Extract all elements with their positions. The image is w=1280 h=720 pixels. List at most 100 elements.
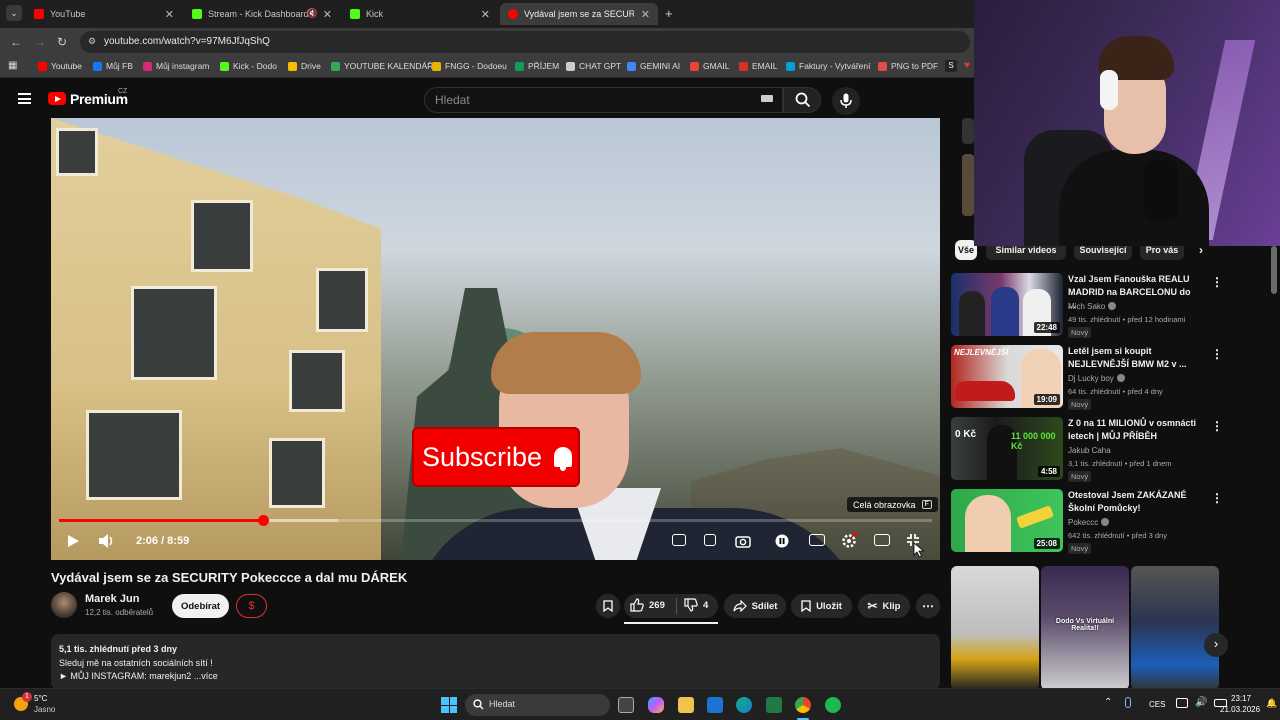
- tab-kick[interactable]: Kick ✕: [342, 3, 498, 25]
- tab-list-dropdown-icon[interactable]: ⌄: [6, 5, 22, 21]
- recommended-video[interactable]: NEJLEVNĚJŠÍ 19:09 Letěl jsem si koupit N…: [951, 345, 1223, 410]
- video-player[interactable]: Subscribe Celá obrazovka F 2:06 / 8:59: [51, 118, 940, 560]
- new-tab-icon[interactable]: +: [665, 6, 673, 21]
- subtitles-icon[interactable]: [809, 534, 825, 546]
- more-vertical-icon[interactable]: ⋮: [1211, 491, 1223, 505]
- tab-kick-dashboard[interactable]: Stream - Kick Dashboard 🔇 ✕: [184, 3, 340, 25]
- save-button[interactable]: Uložit: [791, 594, 852, 618]
- close-tab-icon[interactable]: ✕: [165, 8, 174, 21]
- more-actions-button[interactable]: ⋯: [916, 594, 940, 618]
- bookmark-item[interactable]: Kick - Dodo: [220, 61, 277, 71]
- clip-button[interactable]: ✂ Klip: [858, 594, 910, 618]
- page-scrollbar[interactable]: [1271, 246, 1277, 294]
- bookmark-item[interactable]: Můj instagram: [143, 61, 209, 71]
- bookmark-heart-icon[interactable]: ♥: [964, 60, 970, 71]
- url-field[interactable]: ⚙ youtube.com/watch?v=97M6JfJqShQ: [80, 31, 970, 53]
- site-info-icon[interactable]: ⚙: [88, 36, 96, 47]
- language-indicator[interactable]: CES: [1149, 700, 1165, 709]
- mute-tab-icon[interactable]: 🔇: [307, 8, 318, 19]
- bookmark-item[interactable]: PNG to PDF: [878, 61, 938, 71]
- hamburger-menu-icon[interactable]: [18, 93, 31, 104]
- recommended-video[interactable]: 0 Kč 11 000 000 Kč 4:58 Z 0 na 11 MILION…: [951, 417, 1223, 482]
- more-vertical-icon[interactable]: ⋮: [1211, 419, 1223, 433]
- recommended-channel[interactable]: Dj Lucky boy: [1068, 374, 1125, 383]
- short-thumbnail[interactable]: Dodo Vs Virtuální Realita!!: [1041, 566, 1129, 690]
- bookmark-s-icon[interactable]: S: [945, 60, 957, 72]
- more-vertical-icon[interactable]: ⋮: [1211, 347, 1223, 361]
- bookmark-item[interactable]: CHAT GPT: [566, 61, 621, 71]
- tray-overflow-chevron-icon[interactable]: ⌃: [1104, 697, 1112, 708]
- bookmark-item[interactable]: GMAIL: [690, 61, 729, 71]
- back-icon[interactable]: ←: [10, 35, 22, 49]
- clock-time[interactable]: 23:17: [1231, 694, 1251, 703]
- play-icon[interactable]: [66, 534, 80, 548]
- recommended-channel[interactable]: Jakub Caha: [1068, 446, 1111, 455]
- settings-gear-icon[interactable]: [841, 533, 857, 549]
- outlook-icon[interactable]: [707, 697, 723, 713]
- bookmark-item[interactable]: FNGG - Dodoeu: [432, 61, 507, 71]
- more-vertical-icon[interactable]: ⋮: [1211, 275, 1223, 289]
- short-thumbnail[interactable]: [951, 566, 1039, 690]
- network-icon[interactable]: [1176, 698, 1188, 708]
- weather-widget[interactable]: 1 5°C Jasno: [12, 692, 72, 716]
- theater-mode-icon[interactable]: [874, 534, 890, 546]
- bookmark-item[interactable]: Můj FB: [93, 61, 133, 71]
- recommended-channel[interactable]: Mich Sako: [1068, 302, 1117, 311]
- start-windows-icon[interactable]: [441, 697, 457, 713]
- bookmark-item[interactable]: Drive: [288, 61, 321, 71]
- sidebar-top-thumb-partial[interactable]: [962, 154, 974, 216]
- recommended-video[interactable]: 22:48 Vzal Jsem Fanouška REALU MADRID na…: [951, 273, 1223, 338]
- recommended-title[interactable]: Letěl jsem si koupit NEJLEVNĚJŠÍ BMW M2 …: [1068, 345, 1198, 371]
- task-view-icon[interactable]: [618, 697, 634, 713]
- file-explorer-icon[interactable]: [678, 697, 694, 713]
- recommended-title[interactable]: Otestoval Jsem ZAKÁZANÉ Školní Pomůcky!: [1068, 489, 1198, 515]
- share-button[interactable]: Sdílet: [724, 594, 786, 618]
- description-box[interactable]: 5,1 tis. zhlédnutí před 3 dny Sleduj mě …: [51, 634, 940, 690]
- clock-date[interactable]: 21.03.2026: [1220, 705, 1260, 714]
- sidebar-top-thumb-partial[interactable]: [962, 118, 974, 144]
- chrome-icon[interactable]: [795, 697, 811, 713]
- bookmark-item[interactable]: Faktury - Vytváření: [786, 61, 870, 71]
- join-membership-button[interactable]: $: [236, 594, 267, 618]
- like-button[interactable]: 269: [630, 598, 665, 612]
- search-button[interactable]: [783, 87, 821, 113]
- bookmark-item[interactable]: YOUTUBE KALENDÁŘ: [331, 61, 433, 71]
- screenshot-camera-icon[interactable]: [735, 534, 751, 548]
- bookmark-item[interactable]: GEMINI AI: [627, 61, 680, 71]
- bookmark-item[interactable]: EMAIL: [739, 61, 778, 71]
- video-thumbnail[interactable]: 25:08: [951, 489, 1063, 552]
- apps-grid-icon[interactable]: ▦: [8, 60, 17, 71]
- youtube-logo-icon[interactable]: [48, 92, 66, 105]
- voice-search-button[interactable]: [832, 87, 860, 115]
- add-to-playlist-button[interactable]: [596, 594, 620, 618]
- close-tab-icon[interactable]: ✕: [481, 8, 490, 21]
- taskbar-search-box[interactable]: Hledat: [465, 694, 610, 716]
- video-thumbnail[interactable]: NEJLEVNĚJŠÍ 19:09: [951, 345, 1063, 408]
- autoplay-toggle-icon[interactable]: [775, 534, 789, 548]
- search-input[interactable]: Hledat: [424, 87, 783, 113]
- video-thumbnail[interactable]: 22:48: [951, 273, 1063, 336]
- progress-scrubber-handle[interactable]: [257, 515, 269, 526]
- copilot-icon[interactable]: [648, 697, 664, 713]
- notifications-bell-icon[interactable]: 🔔: [1266, 698, 1277, 709]
- shorts-next-button[interactable]: ›: [1204, 633, 1228, 657]
- close-tab-icon[interactable]: ✕: [323, 8, 332, 21]
- subscribe-button[interactable]: Odebírat: [172, 594, 229, 618]
- dislike-button[interactable]: 4: [684, 598, 708, 612]
- tab-current-video[interactable]: Vydával jsem se za SECURITY P ✕: [500, 3, 658, 25]
- forward-icon[interactable]: →: [34, 35, 46, 49]
- close-tab-icon[interactable]: ✕: [641, 8, 650, 21]
- chapters-list-icon[interactable]: [704, 534, 716, 546]
- bookmark-item[interactable]: Youtube: [38, 61, 82, 71]
- volume-icon[interactable]: [98, 534, 116, 548]
- channel-name[interactable]: Marek Jun: [85, 593, 139, 605]
- bookmark-item[interactable]: PŘÍJEM: [515, 61, 559, 71]
- progress-bar[interactable]: [59, 515, 932, 526]
- miniplayer-picture-icon[interactable]: [672, 534, 686, 546]
- edge-icon[interactable]: [736, 697, 752, 713]
- recommended-video[interactable]: 25:08 Otestoval Jsem ZAKÁZANÉ Školní Pom…: [951, 489, 1223, 554]
- channel-avatar[interactable]: [51, 592, 77, 618]
- excel-icon[interactable]: [766, 697, 782, 713]
- recommended-channel[interactable]: Pokeccc: [1068, 518, 1110, 527]
- keyboard-icon[interactable]: [761, 95, 773, 102]
